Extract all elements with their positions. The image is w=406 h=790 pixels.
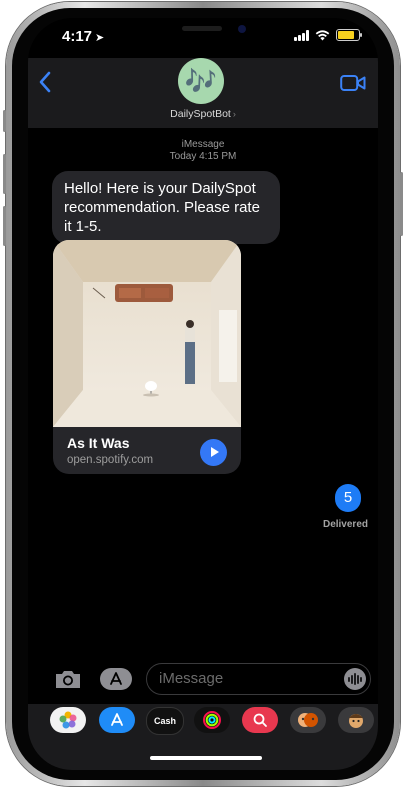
delivery-status: Delivered (322, 519, 368, 530)
power-button (400, 172, 403, 236)
volume-up-button (3, 154, 6, 194)
dictation-button[interactable] (344, 668, 366, 690)
contact-avatar[interactable]: 🎶 (178, 58, 224, 104)
animoji-icon[interactable] (338, 707, 374, 733)
search-images-icon[interactable] (242, 707, 278, 733)
message-input[interactable]: iMessage (146, 663, 371, 695)
volume-down-button (3, 206, 6, 246)
battery-icon (336, 29, 362, 41)
app-drawer: Cash (28, 704, 378, 770)
link-url: open.spotify.com (67, 454, 154, 466)
silent-switch (3, 110, 6, 132)
camera-button[interactable] (54, 668, 82, 695)
timestamp: Today 4:15 PM (169, 151, 237, 162)
contact-name: DailySpotBot (170, 108, 231, 120)
app-store-icon[interactable] (99, 707, 135, 733)
back-button[interactable] (38, 70, 52, 98)
service-label: iMessage (181, 139, 225, 150)
incoming-message-text: Hello! Here is your DailySpot recommenda… (64, 180, 260, 235)
phone-frame: 4:17 ➤ 🎶 DailySpotBot › iMessage Today 4… (3, 2, 403, 786)
activity-icon[interactable] (194, 707, 230, 733)
music-notes-icon: 🎶 (184, 65, 218, 96)
apple-cash-label: Cash (153, 716, 176, 726)
outgoing-message-bubble[interactable]: 5 (335, 484, 361, 512)
play-button[interactable] (200, 439, 227, 466)
camera-icon (56, 671, 80, 688)
apple-cash-icon[interactable]: Cash (146, 707, 184, 735)
chevron-left-icon (39, 71, 51, 93)
incoming-message-bubble[interactable]: Hello! Here is your DailySpot recommenda… (52, 171, 280, 244)
album-art-image (53, 240, 241, 427)
conversation-header: 🎶 DailySpotBot › (28, 58, 378, 128)
memoji-stickers-icon[interactable] (290, 707, 326, 733)
thread-meta: iMessage Today 4:15 PM (28, 139, 378, 163)
contact-chevron-icon: › (232, 109, 236, 119)
video-camera-icon (340, 75, 366, 91)
link-title: As It Was (67, 435, 130, 451)
message-input-placeholder: iMessage (159, 670, 224, 687)
wifi-icon (315, 29, 330, 40)
app-store-icon (110, 672, 122, 685)
location-arrow-icon: ➤ (95, 32, 105, 44)
status-icons (294, 29, 362, 41)
home-indicator[interactable] (150, 756, 262, 760)
status-time: 4:17 ➤ (62, 28, 105, 45)
cellular-signal-icon (294, 29, 309, 41)
outgoing-message-text: 5 (343, 489, 353, 506)
screen: 4:17 ➤ 🎶 DailySpotBot › iMessage Today 4… (28, 18, 378, 770)
photos-app-icon[interactable] (50, 707, 86, 733)
contact-name-button[interactable]: DailySpotBot › (28, 108, 378, 120)
app-store-button[interactable] (100, 668, 132, 690)
status-bar: 4:17 ➤ (28, 18, 378, 58)
facetime-button[interactable] (340, 74, 366, 97)
link-preview-card[interactable]: As It Was open.spotify.com (53, 240, 241, 474)
